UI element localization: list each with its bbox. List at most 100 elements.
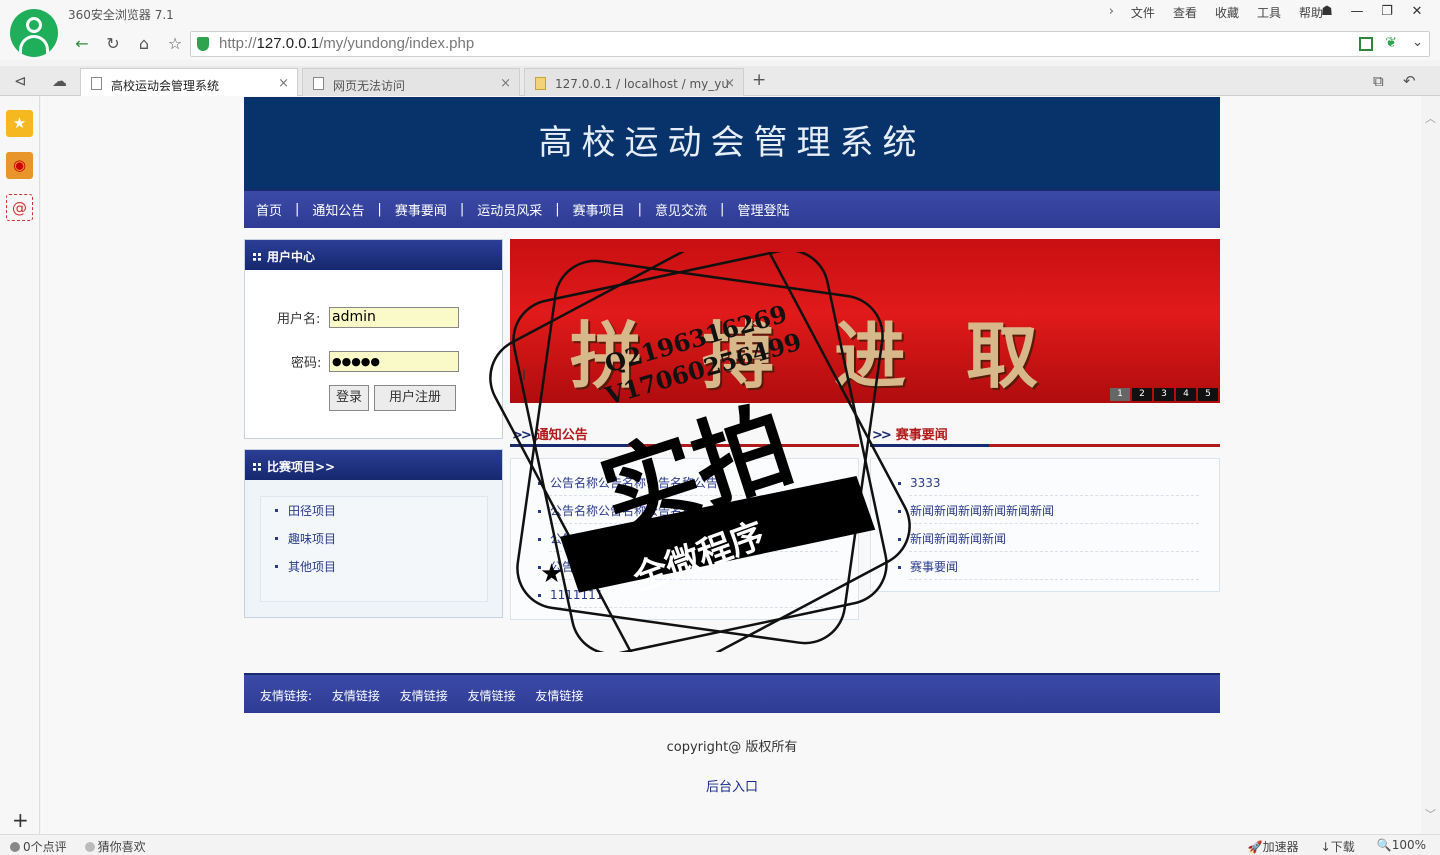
notice-item[interactable]: 1111111 bbox=[511, 581, 858, 609]
status-bar: 0个点评 猜你喜欢 🚀加速器 ↓下载 🔍100% bbox=[0, 834, 1440, 855]
tab-active[interactable]: 高校运动会管理系统 × bbox=[80, 68, 298, 97]
refresh-icon[interactable]: ↻ bbox=[101, 32, 125, 56]
reviews-status[interactable]: 0个点评 bbox=[10, 838, 67, 855]
menu-tools[interactable]: 工具 bbox=[1257, 4, 1281, 21]
back-arrow-icon[interactable]: ← bbox=[70, 32, 94, 56]
categories-title: 比赛项目>> bbox=[267, 460, 336, 474]
slider-page[interactable]: 2 bbox=[1132, 388, 1152, 401]
star-icon[interactable]: ☆ bbox=[163, 32, 187, 56]
nav-news[interactable]: 赛事要闻 bbox=[395, 200, 447, 219]
tab-list-icon[interactable]: ⧉ bbox=[1373, 72, 1384, 90]
friend-link[interactable]: 友情链接 bbox=[332, 689, 380, 703]
password-field[interactable]: ●●●●● bbox=[329, 351, 459, 372]
favorites-star-icon[interactable]: ★ bbox=[6, 110, 33, 137]
site-nav: 首页 | 通知公告 | 赛事要闻 | 运动员风采 | 赛事项目 | 意见交流 | 管理登陆 bbox=[244, 189, 1220, 228]
url-host: 127.0.0.1 bbox=[256, 35, 320, 52]
chevron-down-icon[interactable]: ⌄ bbox=[1412, 35, 1423, 50]
add-sidebar-icon[interactable]: + bbox=[12, 808, 29, 832]
scroll-up-icon[interactable]: ︿ bbox=[1425, 110, 1436, 126]
download-status[interactable]: ↓下载 bbox=[1321, 838, 1355, 855]
accelerator-status[interactable]: 🚀加速器 bbox=[1248, 838, 1299, 855]
slider-slogan: 拼搏进取 bbox=[570, 313, 1099, 398]
url-prefix: http:// bbox=[219, 35, 257, 52]
nav-notices[interactable]: 通知公告 bbox=[312, 200, 364, 219]
category-item[interactable]: 其他项目 bbox=[261, 553, 487, 581]
categories-header: 比赛项目>> bbox=[245, 450, 502, 480]
email-icon[interactable]: @ bbox=[6, 194, 33, 221]
tab-label: 127.0.0.1 / localhost / my_yu bbox=[555, 77, 729, 91]
page-icon bbox=[91, 77, 102, 90]
news-item[interactable]: 赛事要闻 bbox=[871, 553, 1219, 581]
nav-admin-login[interactable]: 管理登陆 bbox=[737, 200, 789, 219]
category-item[interactable]: 田径项目 bbox=[261, 497, 487, 525]
home-icon[interactable]: ⌂ bbox=[132, 32, 156, 56]
guess-like-status[interactable]: 猜你喜欢 bbox=[84, 838, 146, 855]
notice-item[interactable]: 公告名称公告名称公告名称 bbox=[511, 497, 858, 525]
chevron-right-icon[interactable]: › bbox=[1109, 4, 1114, 21]
double-chevron-icon: >> bbox=[512, 428, 532, 443]
menu-favorites[interactable]: 收藏 bbox=[1215, 4, 1239, 21]
nav-athletes[interactable]: 运动员风采 bbox=[477, 200, 542, 219]
tab-label: 高校运动会管理系统 bbox=[111, 79, 220, 93]
menu-file[interactable]: 文件 bbox=[1131, 4, 1155, 21]
copyright-text: copyright@ 版权所有 bbox=[666, 740, 798, 755]
qr-code-icon[interactable] bbox=[1359, 37, 1373, 51]
friend-link[interactable]: 友情链接 bbox=[400, 689, 448, 703]
slider-page[interactable]: 4 bbox=[1176, 388, 1196, 401]
tab-close-icon[interactable]: × bbox=[724, 76, 735, 91]
browser-menu: › 文件 查看 收藏 工具 帮助 bbox=[1109, 4, 1332, 21]
undo-close-icon[interactable]: ↶ bbox=[1403, 72, 1416, 90]
maximize-icon[interactable]: ❐ bbox=[1372, 2, 1402, 24]
site-header: 高校运动会管理系统 首页 | 通知公告 | 赛事要闻 | 运动员风采 | 赛事项目 | 意… bbox=[244, 97, 1220, 228]
friend-links-bar: 友情链接: 友情链接 友情链接 友情链接 友情链接 bbox=[244, 673, 1220, 713]
friend-link[interactable]: 友情链接 bbox=[468, 689, 516, 703]
notices-title: 通知公告 bbox=[535, 428, 588, 443]
tab-close-icon[interactable]: × bbox=[278, 76, 289, 91]
notice-item[interactable]: 公告名称公告名称 bbox=[511, 553, 858, 581]
news-item[interactable]: 3333 bbox=[871, 469, 1219, 497]
zoom-status[interactable]: 🔍100% bbox=[1377, 838, 1426, 855]
notice-item[interactable]: 公告名称公告名称公告 bbox=[511, 525, 858, 553]
banner-slider[interactable]: 拼搏进取 1 2 3 4 5 bbox=[510, 239, 1220, 403]
url-path: /my/yundong/index.php bbox=[319, 35, 475, 52]
page-viewport: 高校运动会管理系统 首页 | 通知公告 | 赛事要闻 | 运动员风采 | 赛事项目 | 意… bbox=[41, 96, 1421, 834]
sidebar-toggle-icon[interactable]: ⊲ bbox=[14, 72, 27, 90]
cloud-icon[interactable]: ☁ bbox=[52, 72, 67, 90]
slider-page[interactable]: 5 bbox=[1198, 388, 1218, 401]
browser-sidebar: ★ ◉ @ + bbox=[0, 96, 40, 834]
window-controls: ☗ — ❐ ✕ bbox=[1312, 2, 1432, 24]
slider-page[interactable]: 1 bbox=[1110, 388, 1130, 401]
double-chevron-icon: >> bbox=[872, 428, 892, 443]
text-cursor-icon: I bbox=[522, 368, 527, 384]
friend-link[interactable]: 友情链接 bbox=[535, 689, 583, 703]
new-tab-icon[interactable]: + bbox=[752, 70, 766, 90]
news-heading: >> 赛事要闻 bbox=[872, 424, 948, 443]
scroll-down-icon[interactable]: ﹀ bbox=[1425, 806, 1436, 822]
tab-item[interactable]: 127.0.0.1 / localhost / my_yu × bbox=[524, 68, 744, 96]
nav-home[interactable]: 首页 bbox=[256, 200, 282, 219]
register-button[interactable]: 用户注册 bbox=[374, 385, 456, 411]
menu-view[interactable]: 查看 bbox=[1173, 4, 1197, 21]
address-bar: ← ↻ ⌂ ☆ http://127.0.0.1/my/yundong/inde… bbox=[0, 28, 1440, 60]
category-item[interactable]: 趣味项目 bbox=[261, 525, 487, 553]
weibo-icon[interactable]: ◉ bbox=[6, 152, 33, 179]
nav-feedback[interactable]: 意见交流 bbox=[655, 200, 707, 219]
nav-events[interactable]: 赛事项目 bbox=[573, 200, 625, 219]
comment-icon bbox=[10, 842, 20, 852]
news-item[interactable]: 新闻新闻新闻新闻新闻新闻 bbox=[871, 497, 1219, 525]
notice-item[interactable]: 公告名称公告名称公告名称公告 bbox=[511, 469, 858, 497]
login-button[interactable]: 登录 bbox=[329, 385, 369, 411]
close-icon[interactable]: ✕ bbox=[1402, 2, 1432, 24]
tab-item[interactable]: 网页无法访问 × bbox=[302, 68, 520, 96]
leaf-icon[interactable]: ❦ bbox=[1385, 35, 1397, 51]
tab-close-icon[interactable]: × bbox=[500, 76, 511, 91]
minimize-icon[interactable]: — bbox=[1342, 2, 1372, 24]
news-item[interactable]: 新闻新闻新闻新闻 bbox=[871, 525, 1219, 553]
url-input[interactable]: http://127.0.0.1/my/yundong/index.php ❦ … bbox=[190, 31, 1430, 57]
divider bbox=[510, 444, 859, 447]
username-field[interactable]: admin bbox=[329, 307, 459, 328]
news-title: 赛事要闻 bbox=[895, 428, 948, 443]
slider-page[interactable]: 3 bbox=[1154, 388, 1174, 401]
skin-icon[interactable]: ☗ bbox=[1312, 2, 1342, 24]
admin-entry-link[interactable]: 后台入口 bbox=[244, 776, 1220, 795]
